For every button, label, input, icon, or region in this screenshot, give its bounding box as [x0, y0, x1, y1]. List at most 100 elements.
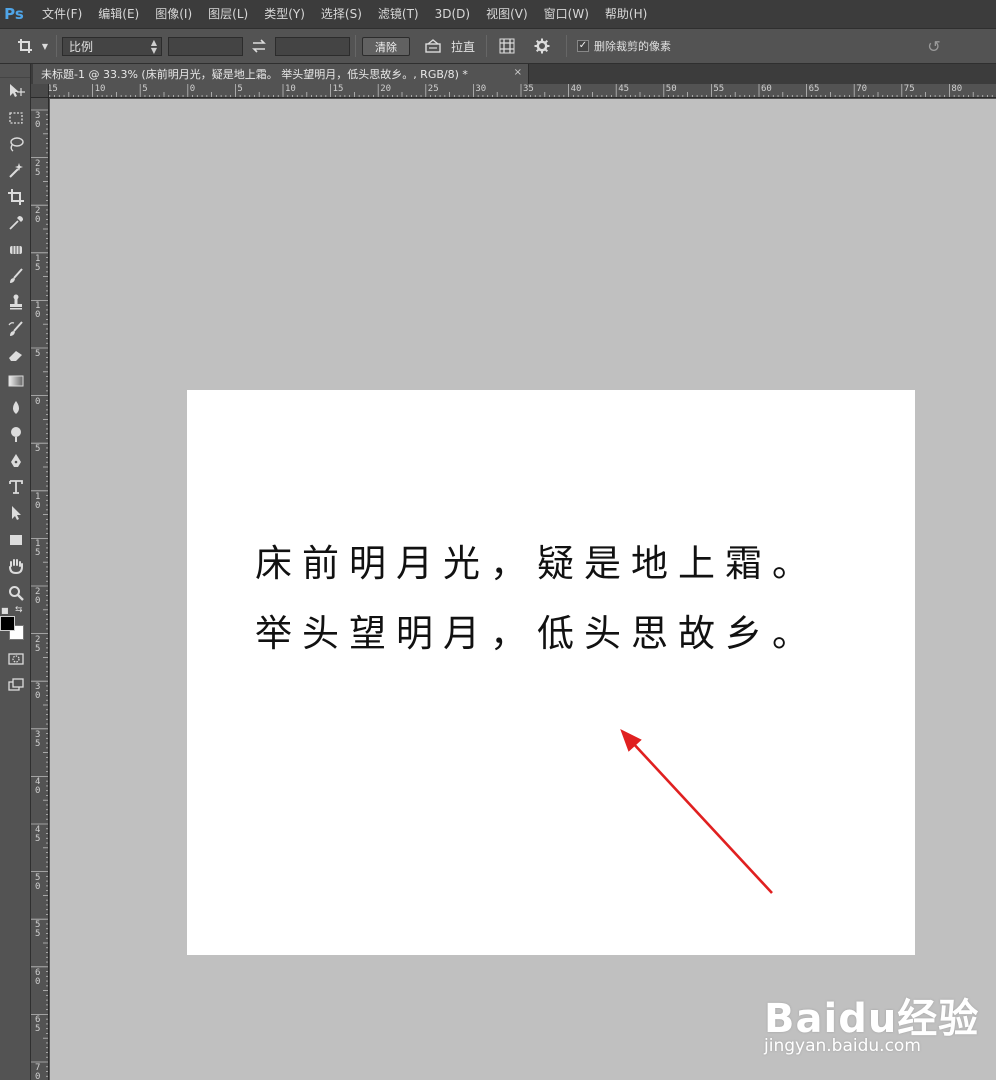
- ruler-label: 40: [570, 84, 582, 94]
- foreground-color-swatch[interactable]: [0, 615, 15, 631]
- divider: [56, 35, 57, 57]
- delete-cropped-label[interactable]: 删除裁剪的像素: [594, 29, 671, 63]
- eyedropper-icon[interactable]: [0, 210, 31, 236]
- ruler-label: 10: [94, 84, 106, 94]
- ruler-label: 60: [35, 967, 41, 987]
- menu-item[interactable]: 文件(F): [34, 0, 90, 28]
- photoshop-logo: Ps: [4, 5, 24, 23]
- ratio-select-value: 比例: [69, 40, 94, 54]
- ruler-label: 25: [427, 84, 439, 94]
- clone-stamp-icon[interactable]: [0, 289, 31, 315]
- straighten-icon[interactable]: [423, 29, 443, 63]
- hand-tool-icon[interactable]: [0, 553, 31, 579]
- ruler-label: 30: [475, 84, 487, 94]
- default-colors-icon[interactable]: ■: [1, 606, 9, 615]
- ruler-label: 65: [35, 1015, 41, 1035]
- crop-tool-preset-icon[interactable]: [14, 29, 36, 63]
- ruler-label: 15: [49, 84, 58, 94]
- ruler-label: 55: [35, 920, 41, 940]
- poem-text-line-1[interactable]: 床前明月光，疑是地上霜。: [255, 544, 819, 584]
- menu-item[interactable]: 类型(Y): [256, 0, 313, 28]
- quick-mask-icon[interactable]: [0, 646, 31, 672]
- ruler-label: 45: [35, 825, 41, 844]
- menu-item[interactable]: 帮助(H): [597, 0, 655, 28]
- menu-item[interactable]: 视图(V): [478, 0, 536, 28]
- watermark: Baidu经验 jingyan.baidu.com: [762, 978, 978, 1058]
- divider: [566, 35, 567, 57]
- marquee-tool-icon[interactable]: [0, 104, 31, 130]
- ruler-label: 35: [35, 729, 41, 749]
- horizontal-ruler[interactable]: 1510505101520253035404550556065707580: [49, 84, 996, 98]
- toolbox: ■ ⇆: [0, 64, 31, 1080]
- ratio-height-input[interactable]: [275, 37, 350, 56]
- rectangle-tool-icon[interactable]: [0, 527, 31, 553]
- type-tool-icon[interactable]: [0, 474, 31, 500]
- gradient-icon[interactable]: [0, 368, 31, 394]
- color-swatches: ■ ⇆: [0, 605, 31, 640]
- ruler-label: 50: [35, 872, 41, 892]
- ratio-width-input[interactable]: [168, 37, 243, 56]
- ruler-label: 70: [856, 84, 868, 94]
- document-canvas[interactable]: 床前明月光，疑是地上霜。 举头望明月，低头思故乡。: [187, 390, 915, 955]
- ruler-label: 20: [35, 587, 41, 606]
- watermark-url: jingyan.baidu.com: [764, 1036, 921, 1056]
- ruler-label: 45: [618, 84, 630, 94]
- pen-tool-icon[interactable]: [0, 447, 31, 473]
- ruler-label: 40: [35, 777, 41, 797]
- ruler-label: 5: [35, 444, 41, 455]
- options-bar: ▼ 比例 ▲ ▼ 清除 拉直 ✓ 删除裁剪的像素 ↺: [0, 28, 996, 64]
- blur-tool-icon[interactable]: [0, 395, 31, 421]
- ruler-label: 35: [523, 84, 534, 94]
- ruler-label: 20: [380, 84, 392, 94]
- document-tab[interactable]: 未标题-1 @ 33.3% (床前明月光，疑是地上霜。 举头望明月，低头思故乡。…: [33, 64, 529, 84]
- menu-item[interactable]: 选择(S): [313, 0, 370, 28]
- zoom-tool-icon[interactable]: [0, 579, 31, 605]
- history-brush-icon[interactable]: [0, 316, 31, 342]
- poem-text-line-2[interactable]: 举头望明月，低头思故乡。: [255, 614, 819, 654]
- dodge-tool-icon[interactable]: [0, 421, 31, 447]
- menu-item[interactable]: 窗口(W): [536, 0, 597, 28]
- menu-item[interactable]: 图层(L): [200, 0, 256, 28]
- ruler-label: 60: [761, 84, 772, 94]
- ruler-label: 50: [665, 84, 677, 94]
- screen-mode-icon[interactable]: [0, 672, 31, 698]
- vertical-ruler[interactable]: 30 25 20 15 10 5 0 5 10 15 20 25 30 35 40 45 50 55 60 65 70: [31, 98, 49, 1080]
- clear-button[interactable]: 清除: [362, 37, 410, 56]
- delete-cropped-checkbox[interactable]: ✓: [577, 40, 589, 52]
- menu-list: 文件(F) 编辑(E) 图像(I) 图层(L) 类型(Y) 选择(S) 滤镜(T) 3D(D)…: [34, 0, 655, 28]
- chevron-down-icon[interactable]: ▼: [40, 29, 50, 63]
- ruler-label: 20: [35, 206, 41, 226]
- toolbox-grip[interactable]: [0, 64, 30, 78]
- ruler-origin[interactable]: [31, 84, 49, 98]
- brush-icon[interactable]: [0, 263, 31, 289]
- menu-item[interactable]: 编辑(E): [90, 0, 147, 28]
- menu-item[interactable]: 3D(D): [427, 0, 478, 28]
- grid-overlay-icon[interactable]: [497, 29, 517, 63]
- ruler-label: 0: [35, 396, 41, 407]
- ruler-label: 10: [285, 84, 296, 94]
- crop-tool-icon[interactable]: [0, 184, 31, 210]
- lasso-tool-icon[interactable]: [0, 131, 31, 157]
- eraser-icon[interactable]: [0, 342, 31, 368]
- ruler-label: 10: [35, 301, 41, 321]
- reset-icon[interactable]: ↺: [924, 29, 944, 63]
- healing-brush-icon[interactable]: [0, 236, 31, 262]
- close-icon[interactable]: ×: [514, 67, 522, 78]
- menu-item[interactable]: 图像(I): [147, 0, 200, 28]
- gear-icon[interactable]: [532, 29, 552, 63]
- swap-dimensions-icon[interactable]: [250, 29, 268, 63]
- ruler-label: 15: [332, 84, 344, 94]
- canvas-workspace[interactable]: 床前明月光，疑是地上霜。 举头望明月，低头思故乡。: [50, 99, 996, 1080]
- path-selection-icon[interactable]: [0, 500, 31, 526]
- swap-colors-icon[interactable]: ⇆: [15, 605, 23, 615]
- straighten-label[interactable]: 拉直: [451, 29, 475, 63]
- ruler-label: 15: [35, 539, 41, 559]
- divider: [355, 35, 356, 57]
- move-tool-icon[interactable]: [0, 78, 31, 104]
- menu-bar: Ps 文件(F) 编辑(E) 图像(I) 图层(L) 类型(Y) 选择(S) 滤镜(T) 3D…: [0, 0, 996, 28]
- ruler-label: 25: [35, 158, 41, 178]
- ratio-select[interactable]: 比例 ▲ ▼: [62, 37, 162, 56]
- ruler-label: 70: [35, 1063, 41, 1080]
- magic-wand-icon[interactable]: [0, 157, 31, 183]
- menu-item[interactable]: 滤镜(T): [370, 0, 427, 28]
